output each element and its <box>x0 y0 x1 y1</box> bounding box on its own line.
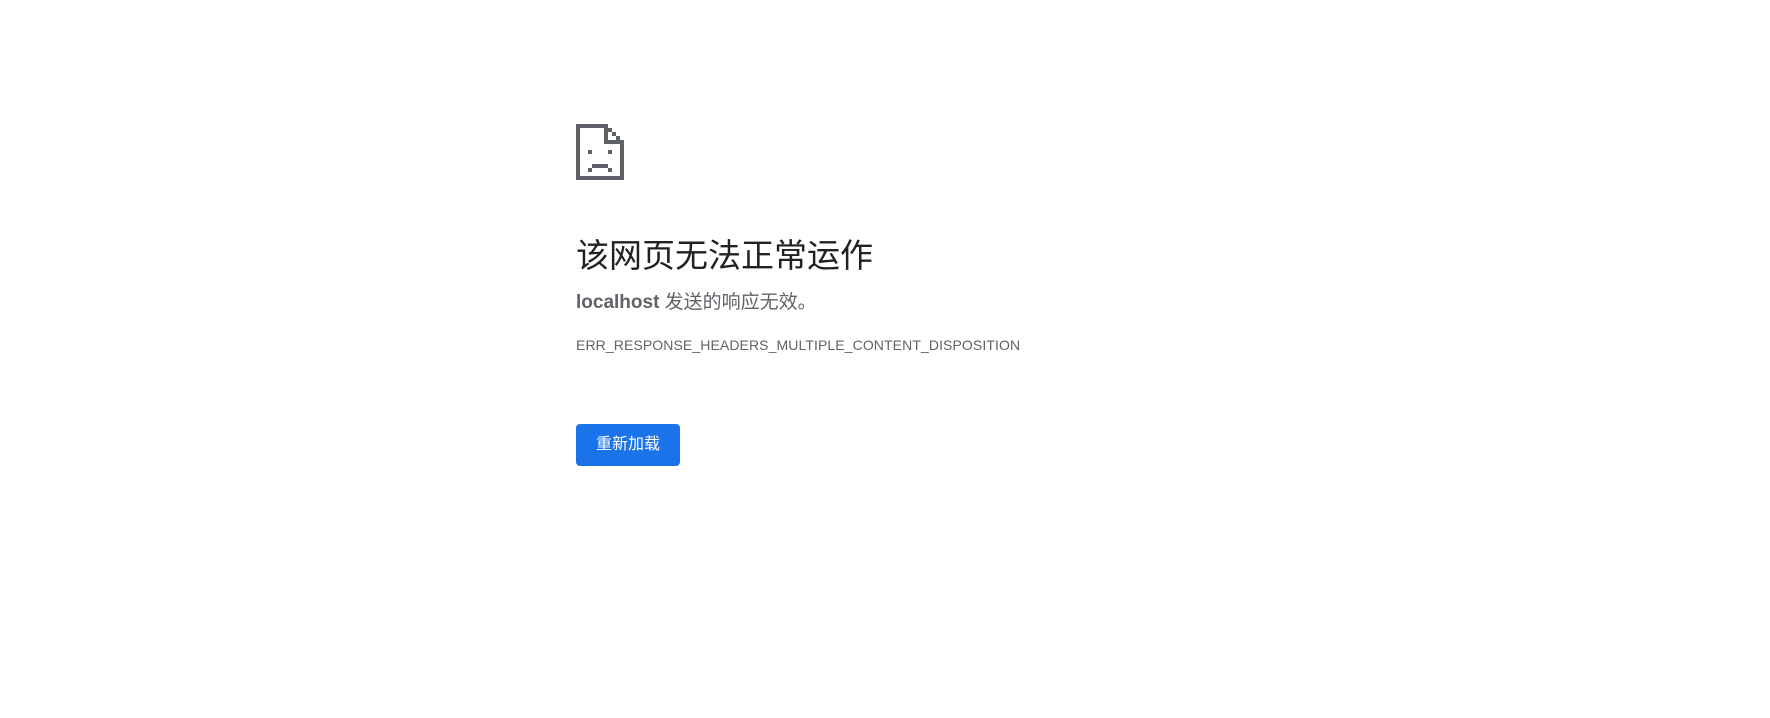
sad-document-icon <box>576 124 624 180</box>
error-summary: localhost 发送的响应无效。 <box>576 290 1216 316</box>
host-name: localhost <box>576 292 660 313</box>
error-page: 该网页无法正常运作 localhost 发送的响应无效。 ERR_RESPONS… <box>0 0 1770 718</box>
error-summary-text: 发送的响应无效。 <box>659 292 817 313</box>
error-code: ERR_RESPONSE_HEADERS_MULTIPLE_CONTENT_DI… <box>576 337 1021 353</box>
error-content: 该网页无法正常运作 localhost 发送的响应无效。 ERR_RESPONS… <box>576 124 1216 466</box>
reload-button[interactable]: 重新加载 <box>576 424 681 466</box>
page-title: 该网页无法正常运作 <box>576 237 873 274</box>
